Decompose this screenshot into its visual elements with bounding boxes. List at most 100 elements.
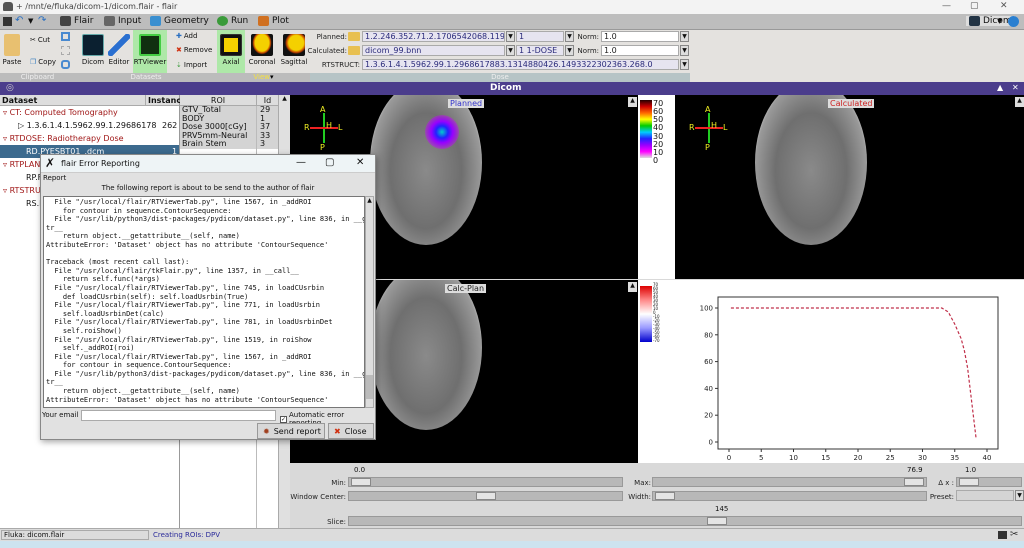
folder-icon[interactable]: [348, 32, 360, 41]
group-label-view[interactable]: View▾: [217, 73, 310, 82]
rtstruct-field[interactable]: 1.3.6.1.4.1.5962.99.1.2968617883.1314880…: [362, 59, 679, 70]
norm-dropdown[interactable]: ▼: [680, 31, 689, 42]
slider-handle[interactable]: [475, 492, 496, 500]
preset-label: Preset:: [929, 493, 954, 501]
close-dialog-button[interactable]: ✖ Close: [328, 423, 374, 439]
min-value: 0.0: [354, 466, 366, 474]
calculated-select-dropdown[interactable]: ▼: [565, 45, 574, 56]
memory-icon[interactable]: [998, 531, 1007, 539]
view-dropdown-icon: ▾: [270, 73, 274, 81]
planned-dropdown[interactable]: ▼: [506, 31, 515, 42]
tree-row[interactable]: ▿ CT: Computed Tomography: [0, 106, 179, 119]
slider-handle[interactable]: [351, 478, 371, 486]
coronal-button[interactable]: Coronal: [244, 34, 280, 66]
planned-label: Planned:: [316, 33, 347, 41]
undo-icon[interactable]: ↶: [15, 15, 23, 26]
slider-handle[interactable]: [959, 478, 979, 486]
planned-select-dropdown[interactable]: ▼: [565, 31, 574, 42]
x-tick-label: 15: [821, 454, 830, 462]
grid-icon[interactable]: [61, 32, 70, 41]
axial-button[interactable]: Axial: [217, 30, 245, 73]
tree-row[interactable]: ▷ 1.3.6.1.4.1.5962.99.1.29686178 262: [0, 119, 179, 132]
width-slider[interactable]: [652, 491, 927, 501]
paste-button[interactable]: Paste: [0, 34, 24, 66]
report-scrollbar[interactable]: ▲: [365, 196, 374, 408]
preset-dropdown[interactable]: ▼: [1015, 490, 1024, 501]
tree-row[interactable]: ▿ RTDOSE: Radiotherapy Dose: [0, 132, 179, 145]
tab-dropdown-icon[interactable]: ▼: [997, 17, 1002, 25]
width-label: Width:: [628, 493, 651, 501]
scroll-up-icon[interactable]: ▲: [279, 95, 290, 102]
max-slider[interactable]: [652, 477, 927, 487]
tree-header: Dataset Instance: [0, 95, 187, 106]
scroll-thumb[interactable]: [366, 375, 373, 399]
norm-dropdown-2[interactable]: ▼: [680, 45, 689, 56]
orient-p: P: [320, 143, 325, 152]
preset-select[interactable]: [956, 490, 1014, 501]
rtstruct-dropdown[interactable]: ▼: [680, 59, 689, 70]
save-icon[interactable]: [3, 17, 12, 26]
tab-run[interactable]: Run: [217, 16, 248, 26]
norm-input[interactable]: 1.0: [601, 31, 679, 42]
help-icon[interactable]: [1008, 16, 1019, 27]
dialog-minimize-button[interactable]: —: [296, 157, 306, 168]
calculated-dropdown[interactable]: ▼: [506, 45, 515, 56]
add-button[interactable]: ✚ Add: [176, 32, 197, 40]
grid-icon[interactable]: [61, 46, 70, 55]
cut-button[interactable]: ✂ Cut: [30, 36, 50, 44]
coronal-label: Coronal: [248, 58, 276, 66]
panel-close-icon[interactable]: ✕: [1012, 83, 1019, 92]
scroll-up-icon[interactable]: ▲: [366, 197, 373, 204]
header-dataset[interactable]: Dataset: [2, 95, 37, 106]
dialog-title-bar[interactable]: ✗ flair Error Reporting — ▢ ✕: [41, 155, 375, 173]
email-input[interactable]: [81, 410, 276, 421]
tab-flair[interactable]: Flair: [60, 16, 93, 26]
tools-icon[interactable]: ✂: [1010, 529, 1018, 540]
diff-colorbar: 70 60 50 40 30 20 10 0 -10 -20 -30 -40 -50 -60 -70: [638, 280, 675, 463]
max-value: 76.9: [907, 466, 923, 474]
min-slider[interactable]: [348, 477, 623, 487]
report-group-label: Report: [43, 174, 67, 182]
editor-button[interactable]: Editor: [101, 34, 137, 66]
rtviewer-button[interactable]: RTViewer: [133, 30, 167, 73]
calculated-field[interactable]: dicom_99.bnn: [362, 45, 505, 56]
view-scroll-up-icon[interactable]: ▲: [1015, 97, 1024, 107]
undo-dropdown-icon[interactable]: ▼: [28, 17, 33, 25]
dx-slider[interactable]: [956, 477, 1022, 487]
send-report-button[interactable]: ✹ Send report: [257, 423, 325, 439]
planned-select[interactable]: 1: [516, 31, 564, 42]
slider-handle[interactable]: [707, 517, 728, 525]
minimize-button[interactable]: —: [942, 1, 951, 11]
dialog-close-button[interactable]: ✕: [356, 157, 364, 168]
slice-slider[interactable]: [348, 516, 1022, 526]
remove-button[interactable]: ✖ Remove: [176, 46, 212, 54]
slider-handle[interactable]: [655, 492, 675, 500]
planned-field[interactable]: 1.2.246.352.71.2.1706542068.119664: [362, 31, 505, 42]
redo-icon[interactable]: ↷: [38, 15, 46, 26]
calculated-view[interactable]: Calculated A P R L H ▲: [675, 95, 1024, 279]
calculated-select[interactable]: 1 1-DOSE: [516, 45, 564, 56]
window-center-slider[interactable]: [348, 491, 623, 501]
close-button[interactable]: ✕: [1000, 1, 1008, 11]
norm-input-2[interactable]: 1.0: [601, 45, 679, 56]
norm-label: Norm:: [577, 47, 599, 55]
orientation-rl-axis: [310, 127, 338, 129]
tab-input[interactable]: Input: [104, 16, 141, 26]
slider-handle[interactable]: [904, 478, 924, 486]
report-text[interactable]: File "/usr/local/flair/RTViewerTab.py", …: [43, 196, 365, 408]
group-icon[interactable]: [61, 60, 70, 69]
folder-icon[interactable]: [348, 46, 360, 55]
view-scroll-up-icon[interactable]: ▲: [628, 282, 637, 292]
status-bar: Fluka: dicom.flair Creating ROIs: DPV ✂: [0, 528, 1024, 541]
maximize-button[interactable]: ▢: [970, 1, 979, 11]
view-scroll-up-icon[interactable]: ▲: [628, 97, 637, 107]
ribbon: Paste ✂ Cut ❐ Copy Clipboard Dicom Editor …: [0, 30, 1024, 82]
panel-float-icon[interactable]: ▲: [997, 83, 1003, 92]
dialog-maximize-button[interactable]: ▢: [325, 157, 334, 168]
tab-plot[interactable]: Plot: [258, 16, 289, 26]
roi-row[interactable]: Brain Stem 3: [180, 139, 278, 149]
tab-geometry[interactable]: Geometry: [150, 16, 209, 26]
copy-button[interactable]: ❐ Copy: [30, 58, 56, 66]
plus-icon: ✚: [176, 32, 182, 40]
import-button[interactable]: ⇣ Import: [176, 61, 207, 69]
